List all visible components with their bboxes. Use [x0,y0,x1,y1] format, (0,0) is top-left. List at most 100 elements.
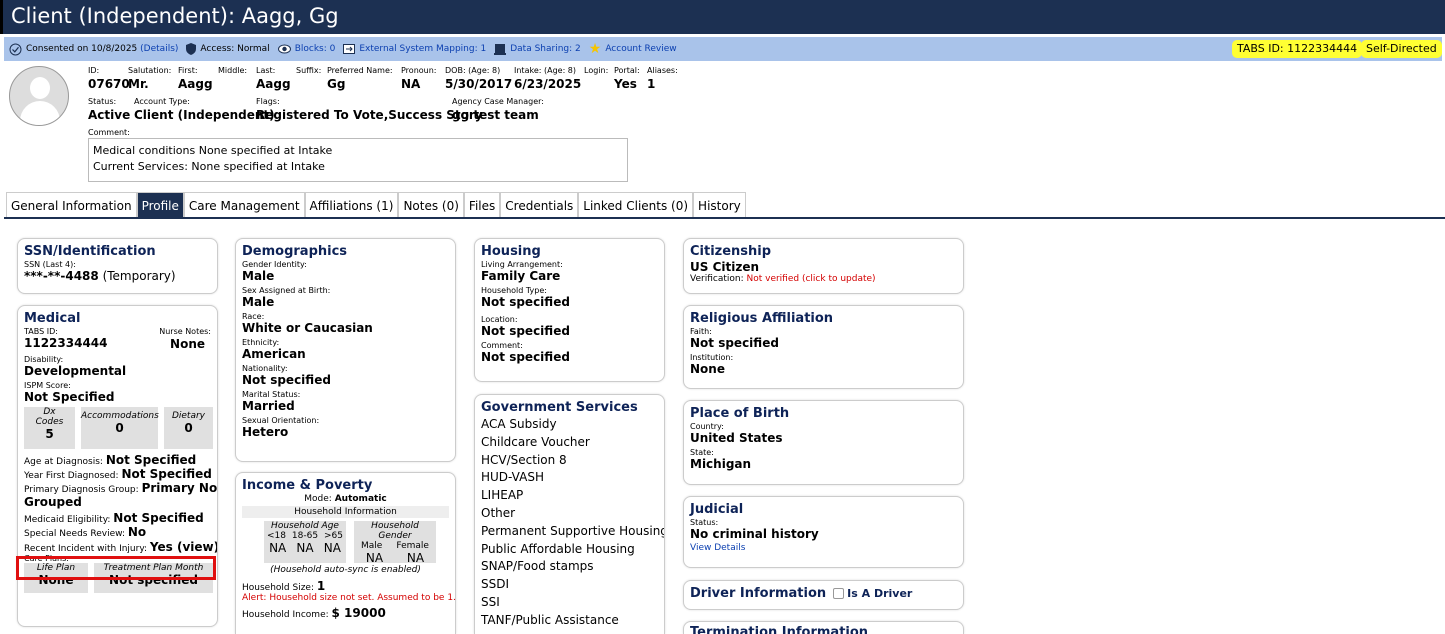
special-needs-value: No [127,525,147,539]
verification-link[interactable]: Not verified (click to update) [746,274,875,284]
access-text: Access: Normal [200,44,270,54]
tab-linked-clients[interactable]: Linked Clients (0) [578,192,694,217]
service-item: TANF/Public Assistance [481,612,619,627]
service-item: Childcare Voucher [481,434,590,449]
termination-card: Termination Information [683,621,964,634]
aliases-label: Aliases: [647,66,678,75]
client-header: ID: 07670 Salutation: Mr. First: Aagg Middl… [4,62,1442,192]
religious-title: Religious Affiliation [690,311,834,326]
dietary-box[interactable]: Dietary 0 [164,407,213,449]
tab-notes[interactable]: Notes (0) [398,192,464,217]
dietary-value: 0 [184,421,193,435]
tab-credentials[interactable]: Credentials [500,192,579,217]
disability-value: Developmental [24,364,127,378]
special-needs-label: Special Needs Review: [24,529,126,539]
government-title: Government Services [481,400,638,415]
blocks-item[interactable]: Blocks: 0 [277,44,336,54]
income-title: Income & Poverty [242,478,373,493]
household-age-box: Household Age <18 18-65 >65 NA NA NA [264,521,346,563]
aliases-value: 1 [647,77,656,91]
review-item[interactable]: ★ Account Review [589,42,677,56]
income-card: Income & Poverty Mode: Automatic Househo… [235,472,456,634]
living-arrangement-label: Living Arrangement: [481,260,563,269]
suffix-label: Suffix: [296,66,322,75]
nationality-label: Nationality: [242,364,288,373]
dx-codes-box[interactable]: Dx Codes 5 [24,407,75,449]
household-age-label: Household Age [271,521,339,531]
id-label: ID: [88,66,100,75]
state-label: State: [690,448,714,457]
faith-value: Not specified [690,336,779,350]
portal-value: Yes [614,77,637,91]
service-item: LIHEAP [481,488,524,503]
tab-profile[interactable]: Profile [136,192,184,217]
tab-care-management[interactable]: Care Management [183,192,305,217]
consent-details-link[interactable]: (Details) [140,44,178,54]
pronoun-value: NA [401,77,421,91]
service-item: HUD-VASH [481,470,544,485]
race-label: Race: [242,312,265,321]
household-size-label: Household Size: [242,583,314,593]
ispm-value: Not Specified [24,390,115,404]
driver-title: Driver Information [690,586,827,601]
service-item: Other [481,505,516,520]
preferred-label: Preferred Name: [327,66,393,75]
housing-comment-label: Comment: [481,341,523,350]
dx-label: Codes [35,417,64,427]
account-type-label: Account Type: [134,97,190,106]
service-item: HCV/Section 8 [481,452,567,467]
account-review-link[interactable]: Account Review [605,44,676,54]
salutation-value: Mr. [128,77,149,91]
religious-card: Religious Affiliation Faith: Not specifie… [683,305,964,389]
gender-label: Gender Identity: [242,260,307,269]
tab-files[interactable]: Files [463,192,501,217]
tab-general-information[interactable]: General Information [6,192,137,217]
view-details-link[interactable]: View Details [690,543,957,553]
tab-history[interactable]: History [693,192,746,217]
demographics-card: Demographics Gender Identity: Male Sex As… [235,238,456,462]
medicaid-label: Medicaid Eligibility: [24,515,111,525]
service-item: SNAP/Food stamps [481,559,594,574]
citizenship-card: Citizenship US Citizen Verification: Not… [683,238,964,294]
citizenship-title: Citizenship [690,244,772,259]
ssn-label: SSN (Last 4): [24,260,76,269]
salutation-label: Salutation: [128,66,172,75]
incident-view-link[interactable]: Yes (view) [150,540,217,554]
state-value: Michigan [690,457,752,471]
ethnicity-label: Ethnicity: [242,338,280,347]
comment-box: Medical conditions None specified at Int… [88,138,628,182]
nationality-value: Not specified [242,373,331,387]
blocks-link[interactable]: Blocks: 0 [295,44,336,54]
household-alert: Alert: Household size not set. Assumed t… [242,593,456,603]
accommodations-box[interactable]: Accommodations 0 [81,407,159,449]
account-type-value: Client (Independent) [134,108,275,122]
incident-label: Recent Incident with Injury: [24,544,148,554]
household-info-header: Household Information [242,506,449,518]
ssn-note: (Temporary) [102,269,176,283]
accommodations-value: 0 [115,421,124,435]
access-item: Access: Normal [186,43,270,55]
medical-title: Medical [24,311,81,326]
judicial-title: Judicial [690,502,744,517]
data-sharing-link[interactable]: Data Sharing: 2 [510,44,581,54]
last-value: Aagg [256,77,291,91]
tab-affiliations[interactable]: Affiliations (1) [304,192,399,217]
faith-label: Faith: [690,327,712,336]
external-mapping-link[interactable]: External System Mapping: 1 [359,44,486,54]
year-diagnosed-value: Not Specified [121,467,212,481]
sharing-item[interactable]: Data Sharing: 2 [494,43,581,55]
comment-line: Current Services: None specified at Inta… [93,160,325,173]
is-driver-checkbox[interactable] [833,588,845,599]
household-type-value: Not specified [481,295,570,309]
government-services-card: Government Services ACA Subsidy Childcar… [474,394,665,634]
dob-label: DOB: (Age: 8) [445,66,501,75]
consent-item: Consented on 10/8/2025 (Details) [9,43,178,56]
comment-label: Comment: [88,128,130,137]
service-item: ACA Subsidy [481,417,557,431]
demographics-title: Demographics [242,244,348,259]
is-driver-label: Is A Driver [847,587,913,600]
household-gender-box: Household Gender Male Female NA NA [354,521,436,565]
disability-label: Disability: [24,355,64,364]
external-item[interactable]: External System Mapping: 1 [343,43,486,55]
avatar[interactable] [9,66,69,126]
